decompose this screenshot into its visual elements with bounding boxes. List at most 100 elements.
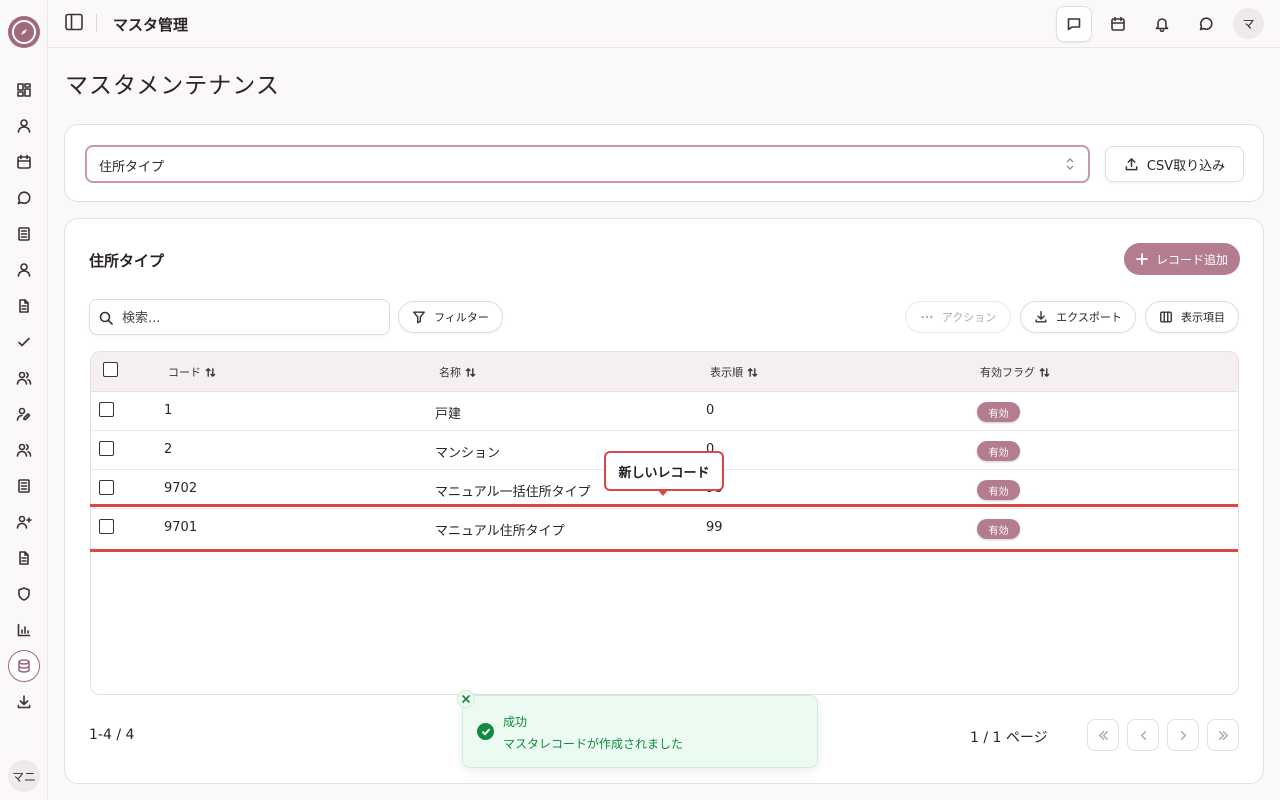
callout-arrow — [657, 489, 669, 496]
row-checkbox[interactable] — [99, 519, 114, 534]
cell-name: マニュアル一括住所タイプ — [435, 485, 591, 500]
status-badge: 有効 — [977, 480, 1020, 500]
records-table: コード 名称 表示順 有効フラグ 1 戸建 0 有効 2 マンション 0 有効 … — [90, 351, 1239, 695]
sort-icon — [205, 367, 216, 377]
page-title: マスタメンテナンス — [65, 73, 280, 99]
highlight-bottom-line — [90, 549, 1238, 552]
first-page-button[interactable] — [1087, 719, 1119, 751]
users-2-icon[interactable] — [12, 438, 36, 462]
status-badge: 有効 — [977, 402, 1020, 422]
chart-icon[interactable] — [12, 618, 36, 642]
page-indicator: 1 / 1 ページ — [970, 730, 1048, 746]
export-button[interactable]: エクスポート — [1020, 301, 1136, 333]
plus-icon — [1136, 253, 1148, 265]
cell-name: 戸建 — [435, 407, 462, 422]
next-page-button[interactable] — [1167, 719, 1199, 751]
toast-title: 成功 — [503, 715, 528, 729]
column-header-order[interactable]: 表示順 — [710, 364, 758, 380]
toast-close-button[interactable] — [457, 690, 475, 708]
app-logo-icon[interactable] — [8, 16, 40, 48]
person-icon[interactable] — [12, 258, 36, 282]
column-header-code[interactable]: コード — [168, 364, 216, 380]
select-all-checkbox[interactable] — [103, 362, 118, 377]
csv-import-label: CSV取り込み — [1146, 158, 1226, 174]
filter-label: フィルター — [434, 311, 489, 324]
column-header-name[interactable]: 名称 — [439, 364, 476, 380]
cell-code: 1 — [164, 403, 173, 418]
card-title: 住所タイプ — [89, 252, 165, 270]
cell-name: マンション — [435, 446, 501, 461]
top-header: マスタ管理 マ — [48, 0, 1280, 48]
header-title: マスタ管理 — [113, 16, 189, 34]
status-badge: 有効 — [977, 519, 1020, 539]
last-page-button[interactable] — [1207, 719, 1239, 751]
prev-page-button[interactable] — [1127, 719, 1159, 751]
table-row[interactable]: 1 戸建 0 有効 — [91, 392, 1238, 431]
shield-icon[interactable] — [12, 582, 36, 606]
calendar-icon[interactable] — [12, 150, 36, 174]
notebook-icon[interactable] — [12, 222, 36, 246]
action-label: アクション — [941, 311, 997, 324]
action-button[interactable]: アクション — [905, 301, 1011, 333]
sort-icon — [747, 367, 758, 377]
column-header-flag[interactable]: 有効フラグ — [980, 364, 1050, 380]
check-circle-icon — [477, 723, 494, 740]
cell-name: マニュアル住所タイプ — [435, 524, 565, 539]
cell-code: 9701 — [164, 520, 198, 535]
cell-code: 9702 — [164, 481, 198, 496]
master-selector-card: 住所タイプ CSV取り込み — [64, 124, 1264, 202]
columns-label: 表示項目 — [1181, 311, 1225, 324]
table-row-highlighted[interactable]: 9701 マニュアル住所タイプ 99 有効 — [91, 509, 1238, 548]
chevrons-up-down-icon — [1064, 157, 1076, 171]
user-icon[interactable] — [12, 114, 36, 138]
sidebar: マニ — [0, 0, 48, 800]
row-checkbox[interactable] — [99, 480, 114, 495]
filter-icon — [413, 311, 426, 324]
calendar-icon — [1111, 16, 1125, 31]
columns-icon — [1160, 311, 1172, 323]
list-icon[interactable] — [12, 474, 36, 498]
document-icon[interactable] — [12, 546, 36, 570]
chevron-left-icon — [1140, 730, 1146, 740]
message-icon[interactable] — [12, 186, 36, 210]
add-record-button[interactable]: レコード追加 — [1124, 243, 1240, 275]
download-icon[interactable] — [12, 690, 36, 714]
highlight-top-line — [90, 504, 1238, 507]
master-type-select[interactable]: 住所タイプ — [85, 145, 1090, 183]
row-checkbox[interactable] — [99, 441, 114, 456]
columns-button[interactable]: 表示項目 — [1145, 301, 1239, 333]
chat-button[interactable] — [1056, 6, 1092, 42]
user-plus-icon[interactable] — [12, 510, 36, 534]
search-input[interactable] — [122, 308, 372, 328]
header-avatar[interactable]: マ — [1233, 8, 1264, 39]
chevron-right-icon — [1180, 730, 1186, 740]
users-icon[interactable] — [12, 366, 36, 390]
master-type-value: 住所タイプ — [99, 160, 165, 175]
check-icon[interactable] — [12, 330, 36, 354]
sidebar-toggle-icon[interactable] — [64, 12, 84, 32]
user-pen-icon[interactable] — [12, 402, 36, 426]
csv-import-button[interactable]: CSV取り込み — [1105, 146, 1244, 182]
close-icon — [462, 695, 470, 703]
add-record-label: レコード追加 — [1155, 252, 1228, 267]
sort-icon — [465, 367, 476, 377]
calendar-button[interactable] — [1100, 6, 1136, 42]
download-icon — [1035, 311, 1047, 323]
row-checkbox[interactable] — [99, 402, 114, 417]
search-field[interactable] — [89, 299, 390, 335]
database-icon[interactable] — [8, 650, 40, 682]
cell-code: 2 — [164, 442, 173, 457]
notification-button[interactable] — [1144, 6, 1180, 42]
user-avatar[interactable]: マニ — [8, 760, 40, 792]
record-range: 1-4 / 4 — [89, 727, 135, 743]
chevrons-right-icon — [1218, 730, 1228, 740]
export-label: エクスポート — [1056, 311, 1122, 324]
message-circle-icon — [1199, 17, 1213, 31]
message-button[interactable] — [1188, 6, 1224, 42]
search-icon — [99, 311, 113, 325]
bell-icon — [1155, 18, 1169, 32]
filter-button[interactable]: フィルター — [398, 301, 503, 333]
upload-icon — [1125, 157, 1138, 170]
file-icon[interactable] — [12, 294, 36, 318]
dashboard-icon[interactable] — [12, 78, 36, 102]
